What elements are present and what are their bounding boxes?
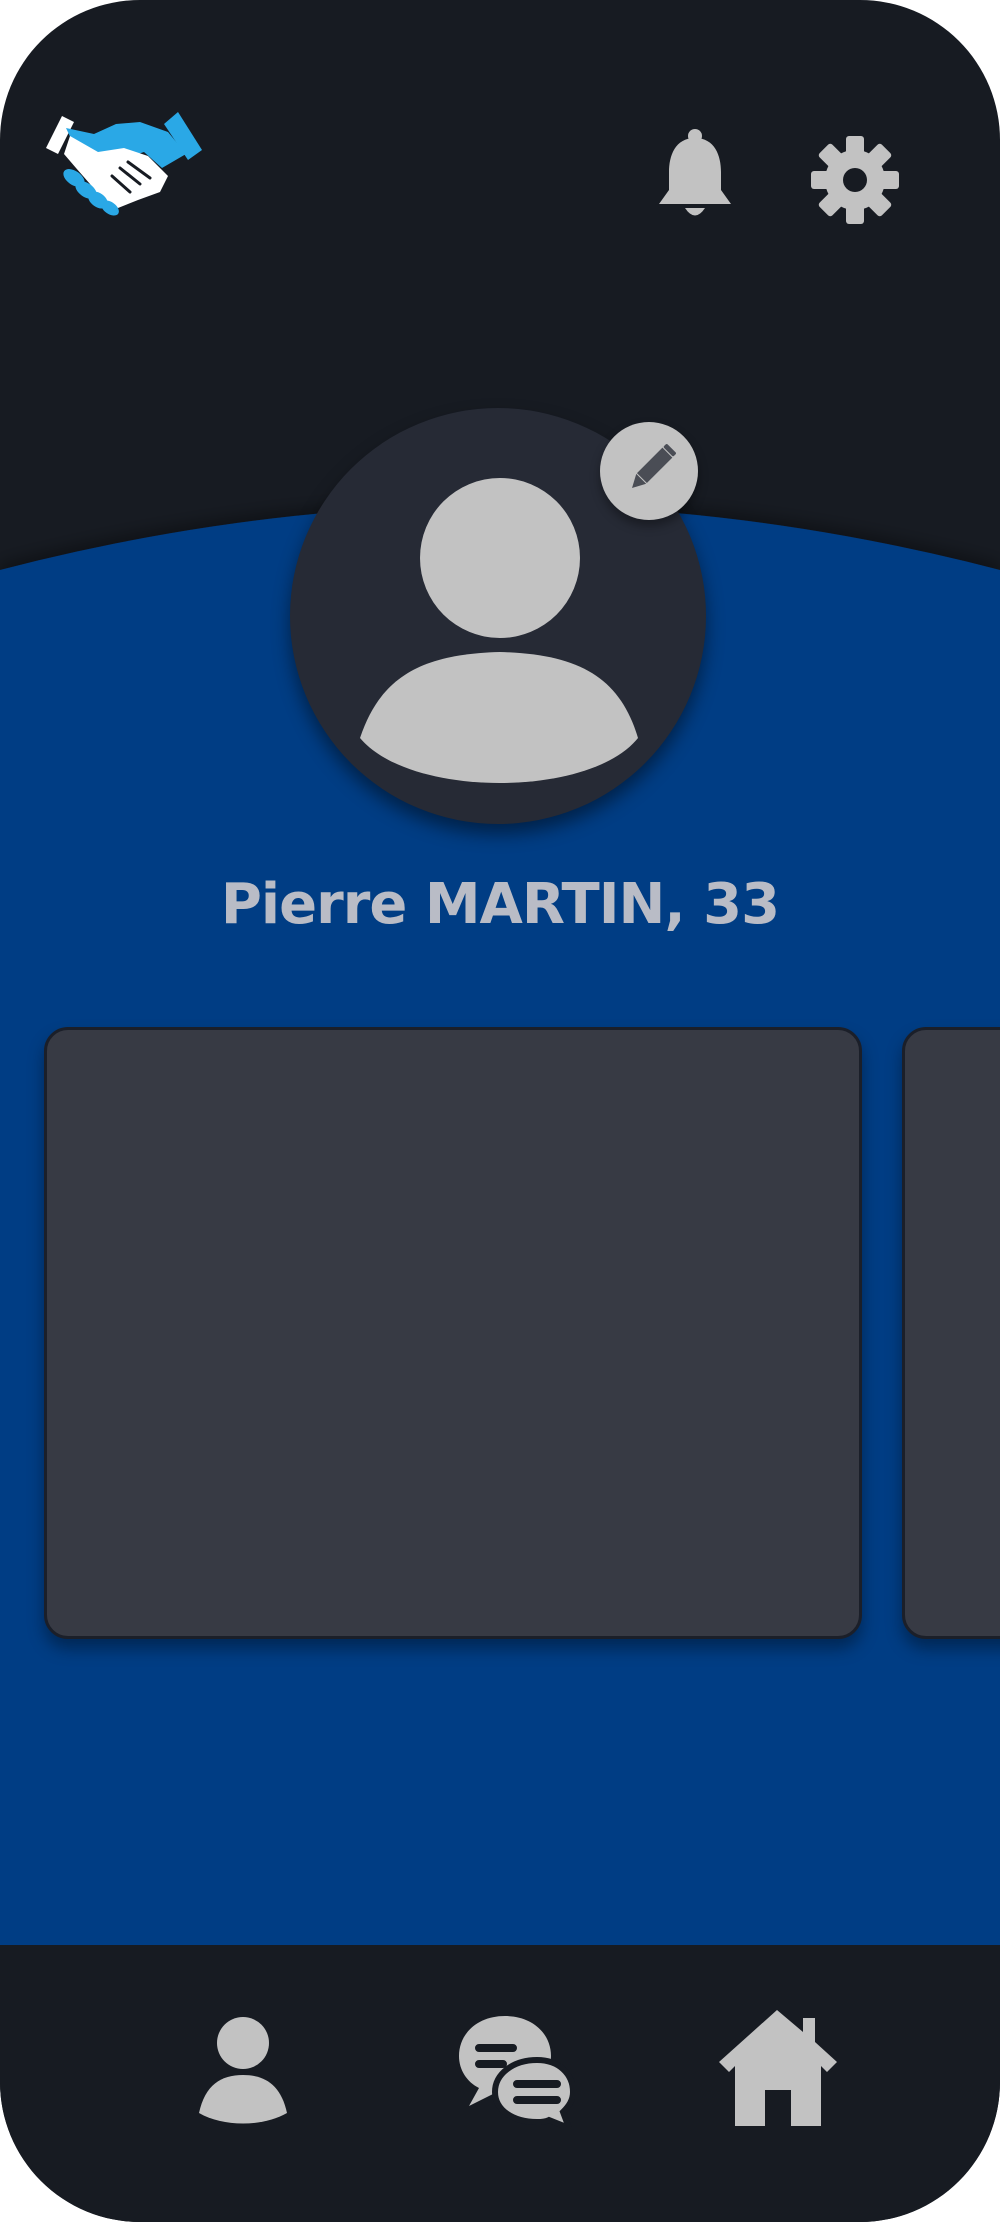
profile-name-age: Pierre MARTIN, 33 xyxy=(220,872,780,937)
gear-icon[interactable] xyxy=(805,135,905,225)
edit-avatar-button[interactable] xyxy=(600,422,698,520)
user-icon[interactable] xyxy=(193,2015,293,2125)
handshake-icon xyxy=(46,112,202,216)
profile-card[interactable] xyxy=(44,1027,862,1639)
pencil-icon xyxy=(632,444,676,488)
bell-icon[interactable] xyxy=(655,128,735,223)
home-icon[interactable] xyxy=(715,2008,840,2128)
app-screen: Pierre MARTIN, 33 xyxy=(0,0,1000,2222)
chat-bubbles-icon[interactable] xyxy=(455,2012,575,2128)
profile-card-next[interactable] xyxy=(902,1027,1000,1639)
